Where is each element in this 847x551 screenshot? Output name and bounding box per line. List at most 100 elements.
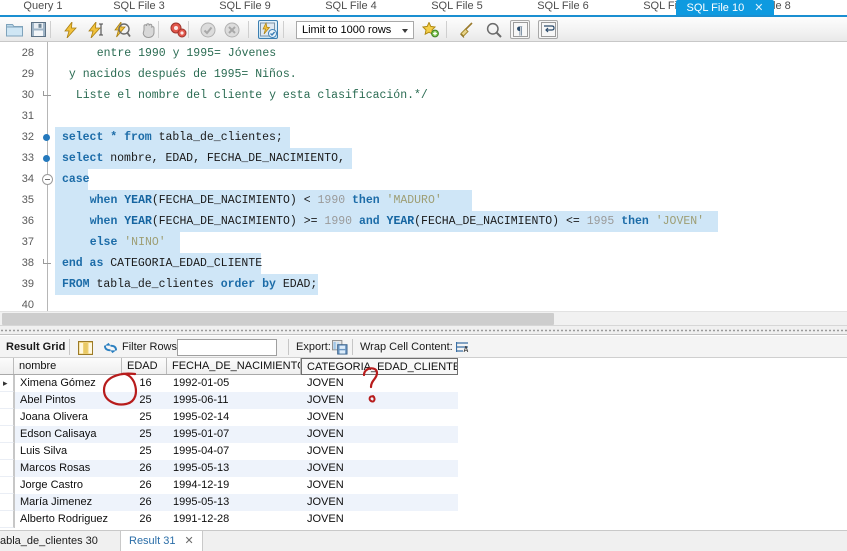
execute-statement-icon[interactable] xyxy=(60,20,80,39)
table-cell[interactable]: 25 xyxy=(123,426,168,443)
table-cell[interactable]: Luis Silva xyxy=(15,443,123,460)
code-line[interactable]: when YEAR(FECHA_DE_NACIMIENTO) < 1990 th… xyxy=(55,190,472,211)
table-cell[interactable]: JOVEN xyxy=(302,392,459,409)
table-cell[interactable]: Alberto Rodriguez xyxy=(15,511,123,528)
table-cell[interactable]: JOVEN xyxy=(302,494,459,511)
table-cell[interactable]: Jorge Castro xyxy=(15,477,123,494)
table-cell[interactable]: 1995-01-07 xyxy=(168,426,302,443)
table-row[interactable]: Marcos Rosas 26 1995-05-13 JOVEN xyxy=(14,460,458,477)
editor-tab-sql-file-3[interactable]: SQL File 3 xyxy=(86,0,192,15)
table-cell[interactable]: JOVEN xyxy=(302,477,459,494)
table-row[interactable]: Alberto Rodriguez 26 1991-12-28 JOVEN xyxy=(14,511,458,528)
code-line[interactable]: Liste el nombre del cliente y esta clasi… xyxy=(55,85,428,106)
stop-statement-icon[interactable] xyxy=(138,20,158,39)
table-cell[interactable]: 1995-02-14 xyxy=(168,409,302,426)
row-selector[interactable]: ▸ xyxy=(0,375,14,392)
editor-tab-sql-file-6[interactable]: SQL File 6 xyxy=(510,0,616,15)
table-cell[interactable]: JOVEN xyxy=(302,460,459,477)
beautify-query-icon[interactable] xyxy=(420,20,440,39)
code-line[interactable]: else 'NINO' xyxy=(55,232,180,253)
table-cell[interactable]: 25 xyxy=(123,409,168,426)
table-cell[interactable]: JOVEN xyxy=(302,409,459,426)
code-line[interactable]: y nacidos después de 1995= Niños. xyxy=(55,64,297,85)
code-line[interactable]: case xyxy=(55,169,90,190)
table-cell[interactable]: JOVEN xyxy=(302,511,459,528)
toggle-invisible-chars-icon[interactable]: ¶ xyxy=(510,20,530,39)
editor-horizontal-scrollbar[interactable] xyxy=(0,311,847,325)
row-selector[interactable] xyxy=(0,477,14,494)
table-cell[interactable]: 1991-12-28 xyxy=(168,511,302,528)
toggle-snippet-icon[interactable] xyxy=(456,20,476,39)
statusbar-result-tab[interactable]: Result 31 ✕ xyxy=(120,531,203,551)
row-selector[interactable] xyxy=(0,511,14,528)
execute-current-statement-icon[interactable] xyxy=(86,20,106,39)
save-sql-file-icon[interactable] xyxy=(28,20,48,39)
table-cell[interactable]: Ximena Gómez xyxy=(15,375,123,392)
table-cell[interactable]: 1994-12-19 xyxy=(168,477,302,494)
table-cell[interactable]: 16 xyxy=(123,375,168,392)
sql-code-editor[interactable]: 28 entre 1990 y 1995= Jóvenes 29 y nacidos … xyxy=(0,42,847,311)
table-cell[interactable]: María Jimenez xyxy=(15,494,123,511)
table-cell[interactable]: 26 xyxy=(123,460,168,477)
filter-rows-input[interactable] xyxy=(177,339,277,356)
table-cell[interactable]: Joana Olivera xyxy=(15,409,123,426)
statusbar-table-tab[interactable]: abla_de_clientes 30 xyxy=(0,531,98,551)
breakpoint-marker[interactable] xyxy=(43,134,50,141)
code-line[interactable]: entre 1990 y 1995= Jóvenes xyxy=(55,43,276,64)
table-cell[interactable]: 25 xyxy=(123,392,168,409)
code-line[interactable]: when YEAR(FECHA_DE_NACIMIENTO) >= 1990 a… xyxy=(55,211,718,232)
table-cell[interactable]: 26 xyxy=(123,477,168,494)
row-selector[interactable] xyxy=(0,426,14,443)
table-row[interactable]: María Jimenez 26 1995-05-13 JOVEN xyxy=(14,494,458,511)
grid-column-header-1[interactable]: EDAD xyxy=(122,358,167,374)
row-selector[interactable] xyxy=(0,409,14,426)
table-cell[interactable]: 1992-01-05 xyxy=(168,375,302,392)
table-row[interactable]: Joana Olivera 25 1995-02-14 JOVEN xyxy=(14,409,458,426)
toggle-wrapping-icon[interactable] xyxy=(538,20,558,39)
table-row[interactable]: Luis Silva 25 1995-04-07 JOVEN xyxy=(14,443,458,460)
code-line[interactable]: FROM tabla_de_clientes order by EDAD; xyxy=(55,274,318,295)
editor-tab-sql-file-5[interactable]: SQL File 5 xyxy=(404,0,510,15)
table-row[interactable]: Edson Calisaya 25 1995-01-07 JOVEN xyxy=(14,426,458,443)
table-cell[interactable]: 1995-05-13 xyxy=(168,494,302,511)
table-cell[interactable]: 26 xyxy=(123,511,168,528)
table-cell[interactable]: JOVEN xyxy=(302,375,459,392)
editor-results-splitter[interactable] xyxy=(0,325,847,335)
editor-tab-query-1[interactable]: Query 1 xyxy=(0,0,86,15)
row-selector[interactable] xyxy=(0,460,14,477)
close-icon[interactable]: ✕ xyxy=(754,2,763,14)
table-cell[interactable]: 1995-06-11 xyxy=(168,392,302,409)
toggle-autocommit-icon[interactable] xyxy=(258,20,278,39)
scrollbar-thumb[interactable] xyxy=(2,313,554,325)
code-fold-toggle-icon[interactable] xyxy=(42,174,53,185)
editor-tab-sql-file-9[interactable]: SQL File 9 xyxy=(192,0,298,15)
result-grid[interactable]: nombre EDAD FECHA_DE_NACIMIENTO CATEGORIA_E… xyxy=(0,358,847,530)
refresh-icon[interactable] xyxy=(100,338,120,357)
grid-view-icon[interactable] xyxy=(75,338,95,357)
row-selector[interactable] xyxy=(0,494,14,511)
grid-column-header-2[interactable]: FECHA_DE_NACIMIENTO xyxy=(167,358,301,374)
row-selector[interactable] xyxy=(0,443,14,460)
table-cell[interactable]: 26 xyxy=(123,494,168,511)
open-sql-file-icon[interactable] xyxy=(4,20,24,39)
grid-column-header-0[interactable]: nombre xyxy=(14,358,122,374)
code-line[interactable]: end as CATEGORIA_EDAD_CLIENTE xyxy=(55,253,262,274)
table-row[interactable]: Abel Pintos 25 1995-06-11 JOVEN xyxy=(14,392,458,409)
limit-rows-dropdown[interactable]: Limit to 1000 rows xyxy=(296,21,414,39)
editor-tab-sql-file-10[interactable]: SQL File 10 ✕ xyxy=(676,0,774,15)
close-icon[interactable]: ✕ xyxy=(185,535,194,547)
export-icon[interactable] xyxy=(330,338,350,357)
table-row[interactable]: Ximena Gómez 16 1992-01-05 JOVEN xyxy=(14,375,458,392)
table-cell[interactable]: 1995-04-07 xyxy=(168,443,302,460)
table-row[interactable]: Jorge Castro 26 1994-12-19 JOVEN xyxy=(14,477,458,494)
code-line[interactable]: select * from tabla_de_clientes; xyxy=(55,127,290,148)
rollback-icon[interactable] xyxy=(222,20,242,39)
grid-column-header-3[interactable]: CATEGORIA_EDAD_CLIENTE xyxy=(301,358,458,375)
toggle-query-execution-icon[interactable] xyxy=(168,20,188,39)
table-cell[interactable]: JOVEN xyxy=(302,426,459,443)
breakpoint-marker[interactable] xyxy=(43,155,50,162)
code-line[interactable]: select nombre, EDAD, FECHA_DE_NACIMIENTO… xyxy=(55,148,352,169)
table-cell[interactable]: 1995-05-13 xyxy=(168,460,302,477)
wrap-cell-icon[interactable]: A xyxy=(453,338,473,357)
table-cell[interactable]: JOVEN xyxy=(302,443,459,460)
